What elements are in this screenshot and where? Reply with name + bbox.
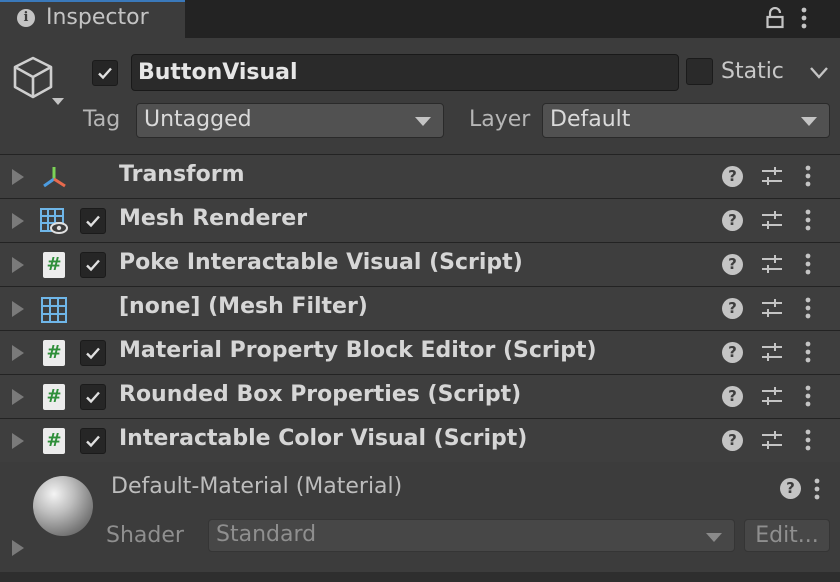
component-row-material-property-block-editor[interactable]: # Material Property Block Editor (Script…: [0, 331, 840, 375]
script-icon: #: [43, 252, 65, 278]
foldout-arrow-icon[interactable]: [12, 345, 24, 361]
foldout-arrow-icon[interactable]: [12, 257, 24, 273]
help-icon[interactable]: ?: [780, 478, 801, 499]
static-checkbox[interactable]: [686, 58, 713, 85]
foldout-arrow-icon[interactable]: [12, 169, 24, 185]
active-checkbox[interactable]: [92, 60, 118, 86]
help-icon[interactable]: ?: [722, 254, 743, 275]
component-enabled-checkbox[interactable]: [80, 340, 106, 366]
material-name: Default-Material (Material): [111, 474, 403, 499]
component-name: Poke Interactable Visual (Script): [119, 250, 523, 275]
component-enabled-checkbox[interactable]: [80, 428, 106, 454]
kebab-menu-icon[interactable]: [800, 6, 808, 34]
component-row-mesh-renderer[interactable]: Mesh Renderer ?: [0, 199, 840, 243]
mesh-filter-icon: [40, 296, 68, 324]
script-icon: #: [43, 384, 65, 410]
kebab-menu-icon[interactable]: [804, 164, 812, 192]
preset-sliders-icon[interactable]: [761, 341, 783, 367]
mesh-renderer-icon: [40, 208, 68, 236]
help-icon[interactable]: ?: [722, 430, 743, 451]
static-dropdown-icon[interactable]: [809, 65, 829, 84]
kebab-menu-icon[interactable]: [804, 252, 812, 280]
foldout-arrow-icon[interactable]: [12, 540, 24, 556]
chevron-down-icon: [415, 117, 431, 126]
help-icon[interactable]: ?: [722, 166, 743, 187]
kebab-menu-icon[interactable]: [804, 296, 812, 324]
component-name: [none] (Mesh Filter): [119, 294, 368, 319]
shader-label: Shader: [106, 523, 184, 548]
kebab-menu-icon[interactable]: [804, 208, 812, 236]
layer-value: Default: [550, 107, 631, 132]
bottom-divider: [0, 572, 840, 582]
gameobject-name-input[interactable]: [132, 55, 678, 90]
component-name: Interactable Color Visual (Script): [119, 426, 528, 451]
component-enabled-checkbox[interactable]: [80, 384, 106, 410]
component-name: Transform: [119, 162, 245, 187]
gameobject-name-field[interactable]: [131, 54, 679, 91]
preset-sliders-icon[interactable]: [761, 209, 783, 235]
foldout-arrow-icon[interactable]: [12, 433, 24, 449]
script-icon: #: [43, 428, 65, 454]
lock-icon[interactable]: [766, 6, 784, 33]
chevron-down-icon: [801, 117, 817, 126]
component-row-poke-interactable-visual[interactable]: # Poke Interactable Visual (Script) ?: [0, 243, 840, 287]
component-name: Rounded Box Properties (Script): [119, 382, 522, 407]
help-icon[interactable]: ?: [722, 298, 743, 319]
help-icon[interactable]: ?: [722, 386, 743, 407]
static-label: Static: [721, 59, 784, 84]
component-name: Mesh Renderer: [119, 206, 308, 231]
chevron-down-icon: [706, 533, 722, 542]
foldout-arrow-icon[interactable]: [12, 301, 24, 317]
foldout-arrow-icon[interactable]: [12, 389, 24, 405]
help-icon[interactable]: ?: [722, 210, 743, 231]
preset-sliders-icon[interactable]: [761, 385, 783, 411]
preset-sliders-icon[interactable]: [761, 165, 783, 191]
component-name: Material Property Block Editor (Script): [119, 338, 597, 363]
material-preview-sphere: [33, 476, 93, 536]
icon-dropdown-arrow-icon[interactable]: [52, 98, 64, 105]
gameobject-cube-icon[interactable]: [12, 56, 54, 104]
preset-sliders-icon[interactable]: [761, 429, 783, 455]
component-row-transform[interactable]: Transform ?: [0, 155, 840, 199]
component-row-rounded-box-properties[interactable]: # Rounded Box Properties (Script) ?: [0, 375, 840, 419]
tag-value: Untagged: [144, 107, 252, 132]
component-row-interactable-color-visual[interactable]: # Interactable Color Visual (Script) ?: [0, 419, 840, 463]
foldout-arrow-icon[interactable]: [12, 213, 24, 229]
layer-label: Layer: [469, 107, 531, 132]
shader-dropdown[interactable]: Standard: [208, 519, 735, 552]
shader-value: Standard: [216, 522, 317, 547]
component-enabled-checkbox[interactable]: [80, 252, 106, 278]
kebab-menu-icon[interactable]: [804, 340, 812, 368]
tag-label: Tag: [83, 107, 121, 132]
tab-title: Inspector: [46, 5, 149, 30]
edit-shader-button[interactable]: Edit...: [744, 519, 830, 552]
kebab-menu-icon[interactable]: [804, 428, 812, 456]
preset-sliders-icon[interactable]: [761, 297, 783, 323]
tag-dropdown[interactable]: Untagged: [136, 103, 444, 138]
kebab-menu-icon[interactable]: [804, 384, 812, 412]
kebab-menu-icon[interactable]: [813, 477, 821, 505]
help-icon[interactable]: ?: [722, 342, 743, 363]
preset-sliders-icon[interactable]: [761, 253, 783, 279]
script-icon: #: [43, 340, 65, 366]
transform-icon: [40, 164, 68, 192]
info-icon: i: [17, 9, 35, 27]
component-row-mesh-filter[interactable]: [none] (Mesh Filter) ?: [0, 287, 840, 331]
component-enabled-checkbox[interactable]: [80, 208, 106, 234]
layer-dropdown[interactable]: Default: [542, 103, 830, 138]
